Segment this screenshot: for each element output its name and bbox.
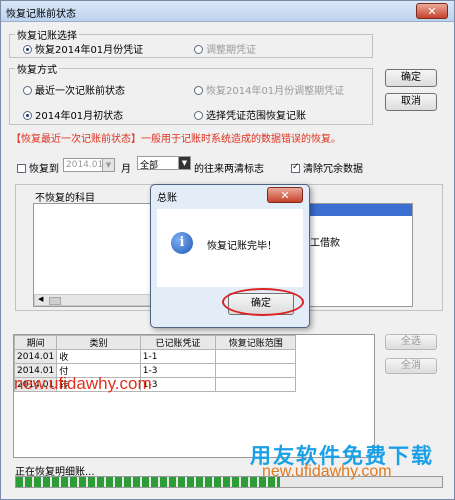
period-select[interactable]: 2014.01 ▼ (63, 158, 115, 172)
radio-icon (194, 86, 203, 95)
unrestored-subjects-label: 不恢复的科目 (33, 189, 97, 204)
ok-button[interactable]: 确定 (385, 69, 437, 87)
cell-range[interactable] (215, 363, 296, 378)
method-group-label: 恢复方式 (15, 61, 59, 76)
scope-select[interactable]: 全部 ▼ (137, 156, 191, 171)
info-icon: i (171, 232, 193, 254)
title-bar: 恢复记账前状态 ✕ (1, 1, 454, 22)
radio-selected-icon (23, 45, 32, 54)
chevron-down-icon: ▼ (178, 157, 190, 169)
col-posted: 已记账凭证 (139, 335, 217, 350)
dialog-message: 恢复记账完毕！ (207, 241, 277, 252)
radio-icon (194, 45, 203, 54)
radio-adjust-period: 调整期凭证 (194, 41, 256, 56)
progress-fill (16, 477, 281, 487)
radio-select-range[interactable]: 选择凭证范围恢复记账 (194, 107, 306, 122)
checkbox-icon (17, 164, 26, 173)
checkbox-checked-icon (291, 162, 300, 173)
clear-redundant-checkbox[interactable]: 清除冗余数据 (291, 160, 363, 175)
select-all-button[interactable]: 全选 (385, 334, 437, 350)
radio-restore-month[interactable]: 恢复2014年01月份凭证 (23, 41, 143, 56)
radio-month-start[interactable]: 2014年01月初状态 (23, 107, 123, 122)
scroll-thumb[interactable] (49, 297, 61, 305)
hint-text: 【恢复最近一次记账前状态】一般用于记账时系统造成的数据错误的恢复。 (11, 134, 341, 145)
cell-period: 2014.01 (13, 349, 58, 364)
cell-type: 收 (56, 349, 141, 364)
radio-recent-adjust: 恢复2014年01月份调整期凭证 (194, 82, 344, 97)
scope-suffix: 的往来两清标志 (194, 164, 264, 175)
scroll-left-icon: ◀ (38, 295, 44, 303)
selection-group-label: 恢复记账选择 (15, 27, 79, 42)
unrestored-subjects-list[interactable]: ◀ (33, 203, 163, 307)
cell-range[interactable] (215, 349, 296, 364)
horizontal-scrollbar[interactable]: ◀ (34, 294, 162, 306)
radio-icon (23, 86, 32, 95)
dialog-close-button[interactable]: ✕ (267, 187, 303, 203)
highlight-oval (222, 288, 304, 316)
radio-recent-state[interactable]: 最近一次记账前状态 (23, 82, 125, 97)
restore-to-checkbox[interactable]: 恢复到 (17, 160, 59, 175)
table-header-row: 期间 类别 已记账凭证 恢复记账范围 (13, 335, 296, 350)
window-title: 恢复记账前状态 (6, 9, 76, 20)
selected-row-highlight[interactable] (310, 204, 412, 216)
watermark-site-top: new.ufidawhy.com (14, 374, 152, 393)
col-range: 恢复记账范围 (215, 335, 296, 350)
list-item[interactable]: 工借款 (310, 234, 340, 249)
dialog-title: 总账 (157, 193, 177, 204)
radio-icon (194, 111, 203, 120)
watermark-site-bottom: new.ufidawhy.com (262, 463, 392, 480)
cell-range[interactable] (215, 377, 296, 392)
col-type: 类别 (56, 335, 141, 350)
cell-posted: 1-1 (139, 349, 217, 364)
radio-selected-icon (23, 111, 32, 120)
table-row[interactable]: 2014.01 收 1-1 (13, 349, 296, 364)
window-close-button[interactable]: ✕ (416, 3, 448, 19)
cancel-button[interactable]: 取消 (385, 93, 437, 111)
clear-all-button[interactable]: 全消 (385, 358, 437, 374)
month-label: 月 (121, 164, 131, 175)
restored-subjects-list[interactable]: 工借款 (301, 203, 413, 307)
col-period: 期间 (13, 335, 58, 350)
chevron-down-icon: ▼ (102, 159, 114, 171)
